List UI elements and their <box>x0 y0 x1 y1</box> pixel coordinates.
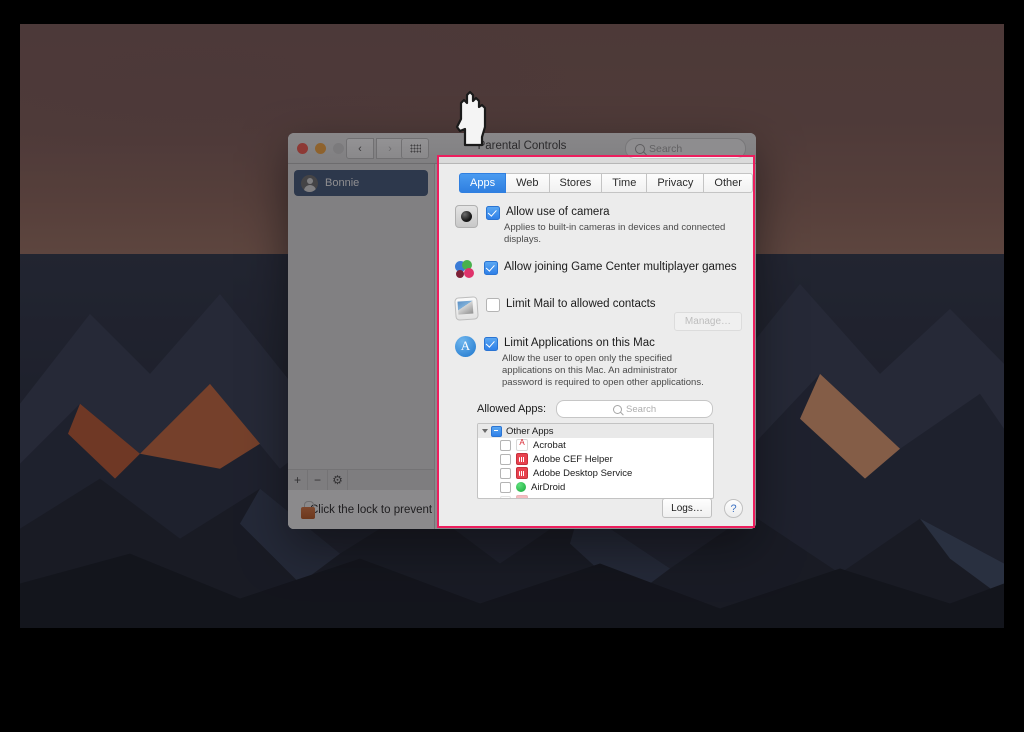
limit-applications-label: Limit Applications on this Mac <box>504 337 655 349</box>
help-button[interactable]: ? <box>724 499 743 518</box>
app-name: Acrobat <box>533 439 566 451</box>
search-icon <box>635 143 645 154</box>
frame-top <box>0 0 1024 24</box>
app-checkbox[interactable] <box>500 453 511 465</box>
app-name: AirDroid <box>531 481 566 493</box>
user-name: Bonnie <box>325 177 360 189</box>
list-item[interactable]: Adobe CEF Helper <box>478 452 713 466</box>
option-row: Allow use of camera <box>486 205 756 220</box>
lock-body <box>301 507 315 519</box>
option-row: Allow joining Game Center multiplayer ga… <box>484 260 756 275</box>
adobe-icon <box>516 453 528 465</box>
option-body: Allow use of camera Applies to built-in … <box>486 205 756 246</box>
users-sidebar: Bonnie + − ⚙ Click the lock to prevent f… <box>288 164 518 529</box>
window-search-placeholder: Search <box>649 142 683 155</box>
game-center-checkbox[interactable] <box>484 261 498 275</box>
option-body: Allow joining Game Center multiplayer ga… <box>484 260 756 281</box>
app-name: Adobe CEF Helper <box>533 453 613 465</box>
avatar <box>301 174 318 192</box>
sidebar-toolbar: + − ⚙ <box>288 469 434 490</box>
allowed-apps-search-placeholder: Search <box>626 403 657 415</box>
tab-other[interactable]: Other <box>704 173 753 193</box>
mail-icon <box>454 296 479 321</box>
allowed-apps-search-input[interactable]: Search <box>556 400 714 418</box>
disclosure-triangle-icon[interactable] <box>482 429 488 433</box>
app-checkbox[interactable] <box>500 481 511 493</box>
search-icon <box>613 404 623 414</box>
action-gear-button[interactable]: ⚙ <box>328 470 348 490</box>
tab-apps[interactable]: Apps <box>459 173 507 193</box>
list-item[interactable]: Adobe Desktop Service <box>478 466 713 480</box>
tab-bar: Apps Web Stores Time Privacy Other <box>435 164 756 193</box>
allowed-apps-label: Allowed Apps: <box>477 403 547 415</box>
allow-camera-label: Allow use of camera <box>506 206 610 218</box>
app-store-icon <box>455 336 476 357</box>
limit-applications-checkbox[interactable] <box>484 337 498 351</box>
app-checkbox[interactable] <box>500 439 511 451</box>
manage-button[interactable]: Manage… <box>674 312 742 331</box>
add-user-button[interactable]: + <box>288 470 308 490</box>
group-label: Other Apps <box>506 425 554 437</box>
option-body: Limit Applications on this Mac Allow the… <box>484 336 756 389</box>
option-game-center: Allow joining Game Center multiplayer ga… <box>435 260 756 281</box>
limit-applications-description: Allow the user to open only the specifie… <box>502 353 704 388</box>
allow-camera-checkbox[interactable] <box>486 206 500 220</box>
sidebar-toolbar-filler <box>348 470 434 490</box>
app-icon <box>516 495 528 498</box>
game-center-icon <box>455 260 476 281</box>
adobe-icon <box>516 467 528 479</box>
list-item[interactable]: Bonnie <box>294 170 428 196</box>
frame-right <box>1004 0 1024 732</box>
airdroid-icon <box>516 482 526 492</box>
apps-pane: Apps Web Stores Time Privacy Other Allow… <box>435 164 756 529</box>
window-titlebar: ‹ › Parental Controls Search <box>288 133 756 164</box>
option-row: Limit Applications on this Mac <box>484 336 756 351</box>
tab-time[interactable]: Time <box>602 173 648 193</box>
app-name: Adobe Desktop Service <box>533 467 633 479</box>
acrobat-icon <box>516 438 528 451</box>
group-checkbox[interactable] <box>491 425 502 437</box>
user-list: Bonnie <box>288 164 434 469</box>
tab-privacy[interactable]: Privacy <box>647 173 705 193</box>
logs-button[interactable]: Logs… <box>662 498 712 518</box>
frame-bottom <box>0 628 1024 732</box>
frame-left <box>0 0 20 732</box>
list-item[interactable]: Acrobat <box>478 438 713 452</box>
screenshot-frame: ‹ › Parental Controls Search Bonnie + − … <box>0 0 1024 732</box>
pointing-hand-cursor <box>448 85 494 147</box>
camera-icon <box>455 205 478 228</box>
option-allow-camera: Allow use of camera Applies to built-in … <box>435 205 756 246</box>
allow-camera-description: Applies to built-in cameras in devices a… <box>504 222 726 245</box>
lock-bar: Click the lock to prevent further change… <box>288 490 518 529</box>
option-row: Limit Mail to allowed contacts <box>486 297 756 312</box>
window-search-field[interactable]: Search <box>625 138 746 159</box>
remove-user-button[interactable]: − <box>308 470 328 490</box>
app-checkbox[interactable] <box>500 467 511 479</box>
option-limit-applications: Limit Applications on this Mac Allow the… <box>435 336 756 389</box>
allowed-apps-list[interactable]: Other Apps Acrobat Adobe CEF Helper <box>477 423 714 499</box>
allowed-apps-row: Allowed Apps: Search <box>477 400 756 418</box>
tab-web[interactable]: Web <box>506 173 550 193</box>
parental-controls-window: ‹ › Parental Controls Search Bonnie + − … <box>288 133 756 529</box>
limit-mail-checkbox[interactable] <box>486 298 500 312</box>
tab-stores[interactable]: Stores <box>549 173 603 193</box>
app-checkbox[interactable] <box>500 495 511 498</box>
group-other-apps[interactable]: Other Apps <box>478 424 713 438</box>
limit-mail-label: Limit Mail to allowed contacts <box>506 298 656 310</box>
list-item[interactable]: AirDroid <box>478 480 713 494</box>
window-body: Bonnie + − ⚙ Click the lock to prevent f… <box>288 164 756 529</box>
game-center-label: Allow joining Game Center multiplayer ga… <box>504 261 737 273</box>
